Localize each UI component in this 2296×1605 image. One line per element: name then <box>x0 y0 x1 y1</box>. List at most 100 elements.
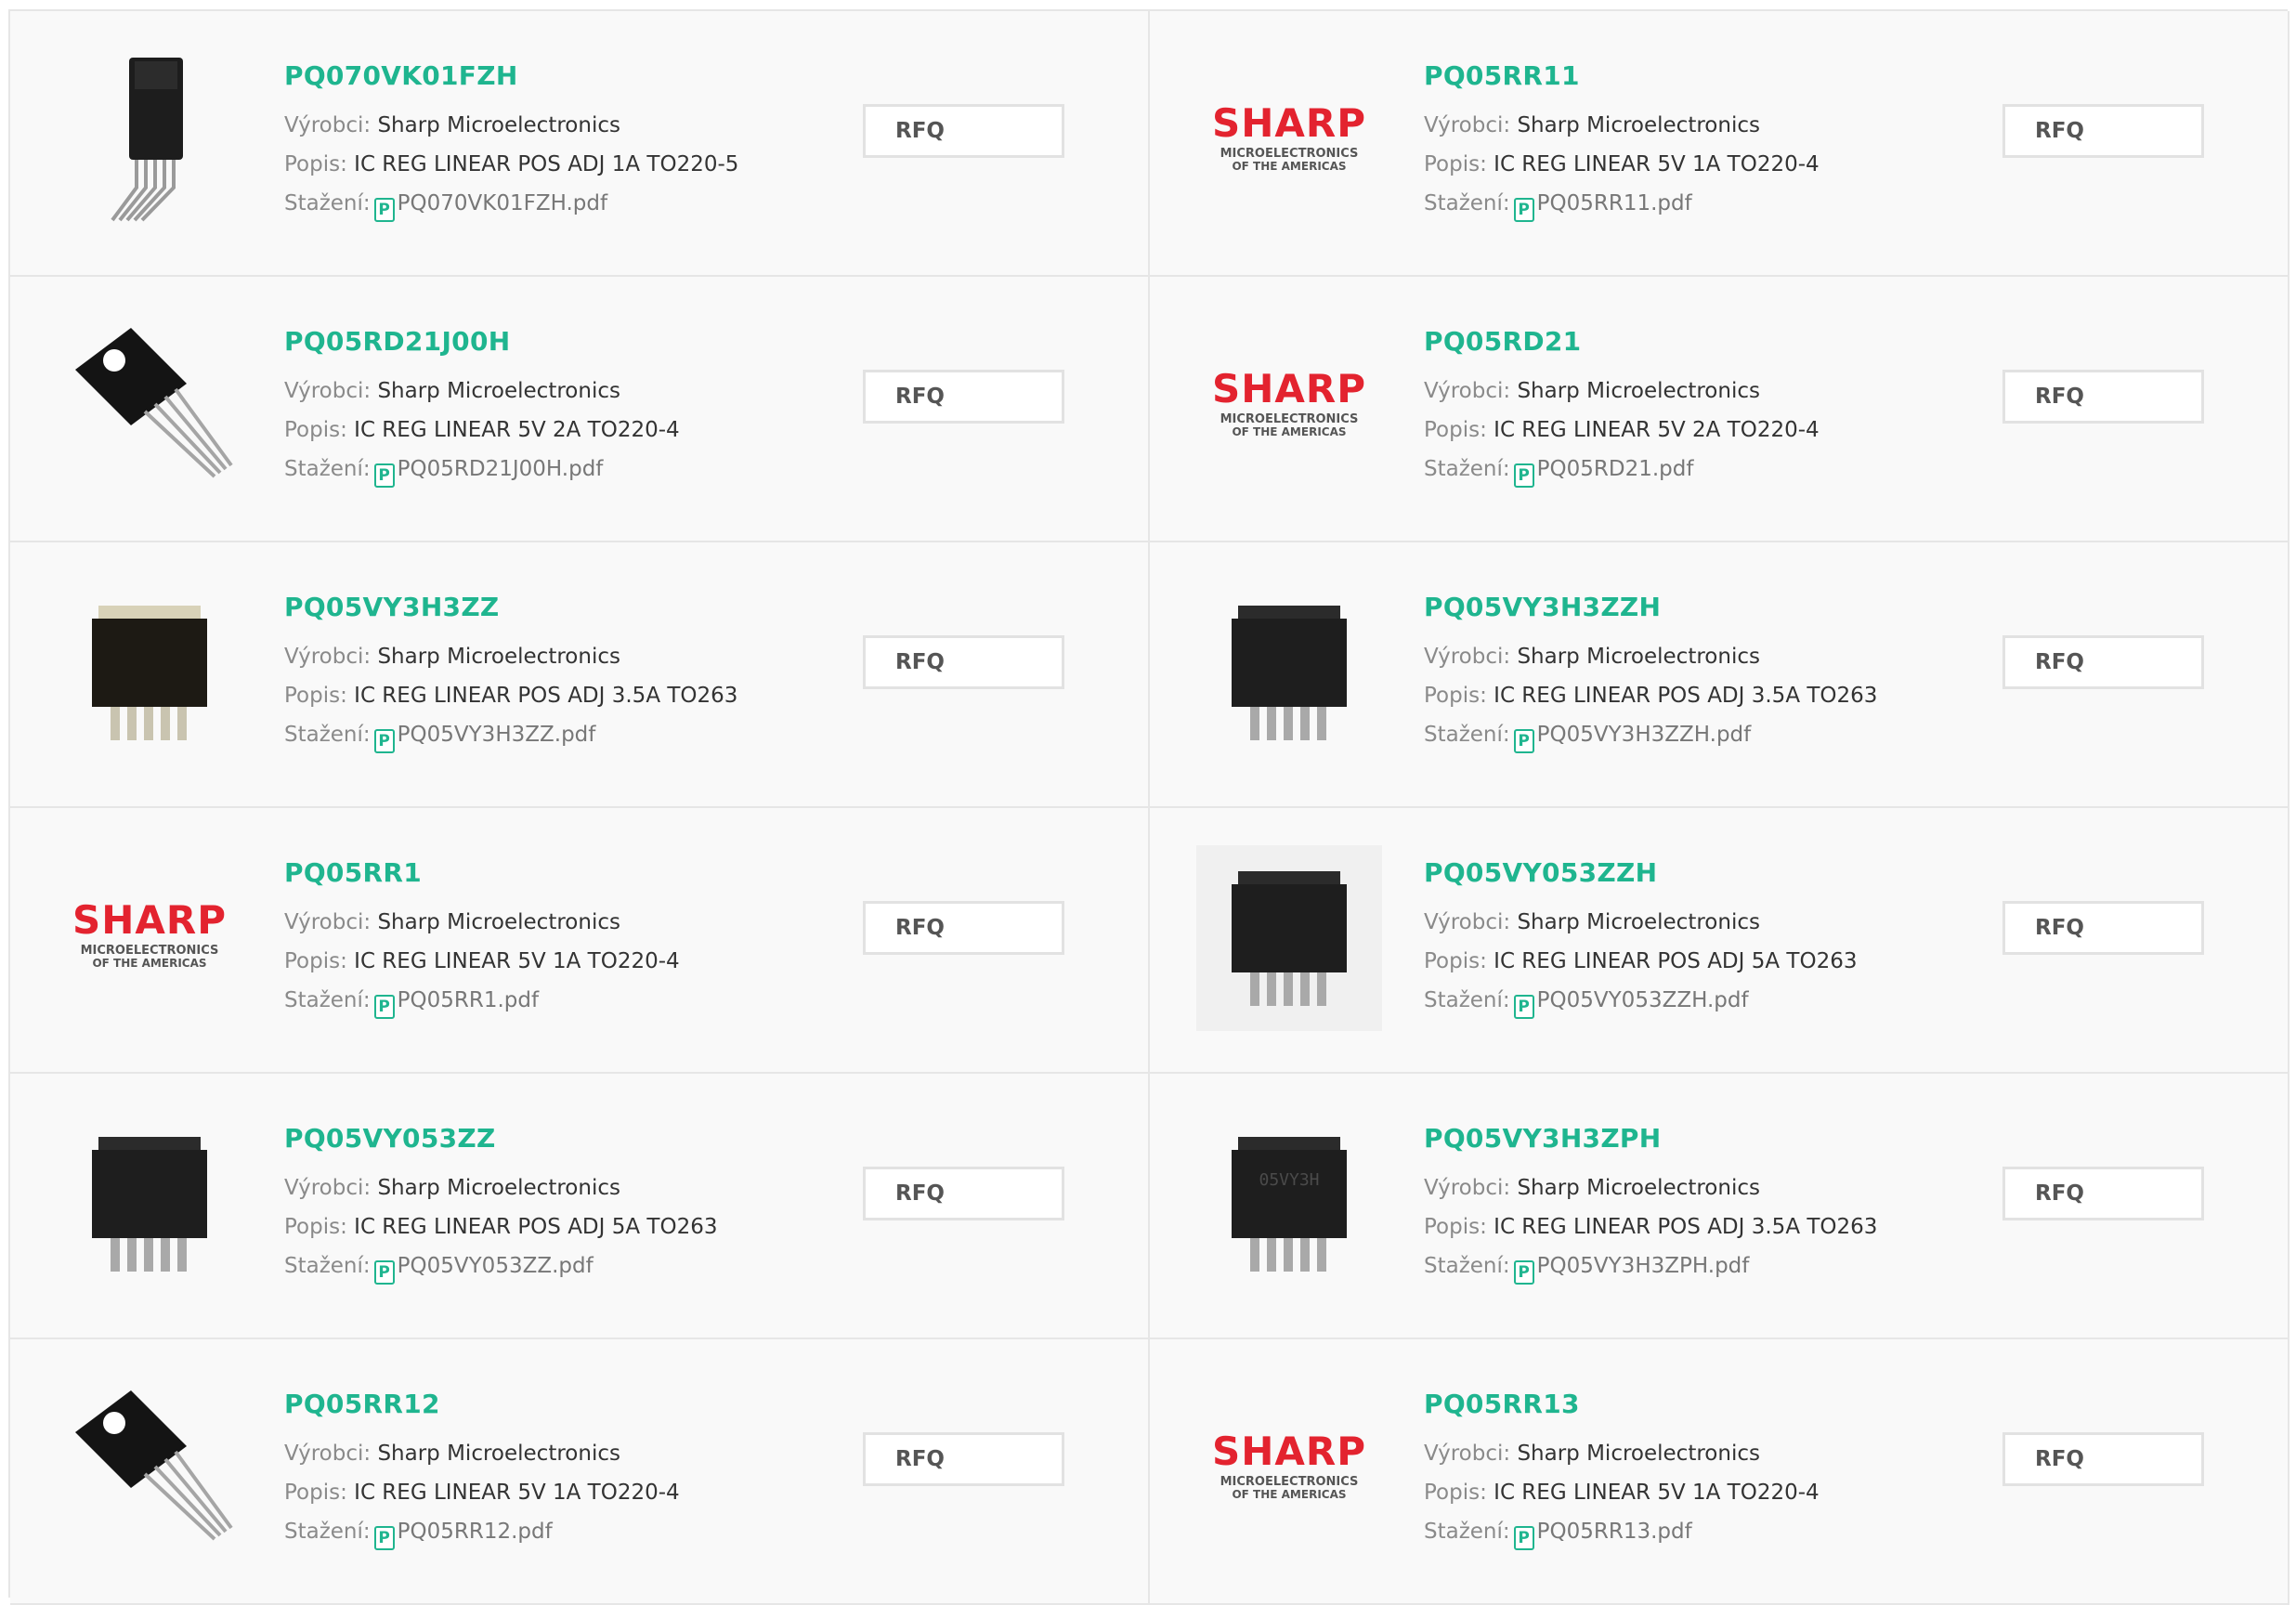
product-image[interactable]: SHARP MICROELECTRONICS OF THE AMERICAS <box>1196 1377 1382 1562</box>
product-card: PQ05RD21J00H Výrobci: Sharp Microelectro… <box>10 277 1150 542</box>
rfq-button[interactable]: RFQ <box>863 1167 1064 1220</box>
product-image[interactable] <box>57 580 242 765</box>
product-image[interactable] <box>57 1377 242 1562</box>
product-image[interactable]: SHARP MICROELECTRONICS OF THE AMERICAS <box>57 845 242 1031</box>
product-image[interactable] <box>57 1111 242 1297</box>
part-number-link[interactable]: PQ05RD21J00H <box>284 325 860 359</box>
pdf-icon[interactable]: P <box>373 1260 395 1285</box>
product-info: PQ05RR12 Výrobci: Sharp Microelectronics… <box>284 1388 860 1551</box>
manufacturer-row: Výrobci: Sharp Microelectronics <box>284 1168 860 1207</box>
sharp-logo-icon: SHARPMICROELECTRONICSOF THE AMERICAS <box>72 897 226 970</box>
pdf-icon[interactable]: P <box>1513 1260 1534 1285</box>
rfq-button[interactable]: RFQ <box>863 901 1064 955</box>
rfq-button[interactable]: RFQ <box>2002 104 2204 158</box>
product-image[interactable]: 05VY3H <box>1196 1111 1382 1297</box>
package-lead <box>111 707 120 740</box>
rfq-button[interactable]: RFQ <box>2002 370 2204 424</box>
rfq-button[interactable]: RFQ <box>863 635 1064 689</box>
manufacturer-value: Sharp Microelectronics <box>1517 910 1760 934</box>
part-number-link[interactable]: PQ05VY053ZZH <box>1424 856 2000 890</box>
product-image[interactable] <box>57 48 242 234</box>
product-image[interactable] <box>57 314 242 500</box>
description-label: Popis: <box>284 418 347 442</box>
part-number-link[interactable]: PQ05RD21 <box>1424 325 2000 359</box>
part-number-link[interactable]: PQ05RR11 <box>1424 59 2000 93</box>
download-label: Stažení: <box>1424 1520 1510 1544</box>
description-value: IC REG LINEAR 5V 1A TO220-4 <box>1494 152 1820 176</box>
datasheet-link[interactable]: PQ05VY3H3ZZH.pdf <box>1537 723 1752 747</box>
manufacturer-label: Výrobci: <box>284 910 372 934</box>
manufacturer-value: Sharp Microelectronics <box>1517 379 1760 403</box>
pdf-icon[interactable]: P <box>1513 198 1534 222</box>
product-info: PQ070VK01FZH Výrobci: Sharp Microelectro… <box>284 59 860 223</box>
manufacturer-label: Výrobci: <box>284 1442 372 1466</box>
part-number-link[interactable]: PQ05RR12 <box>284 1388 860 1421</box>
pdf-icon[interactable]: P <box>1513 729 1534 753</box>
pdf-icon[interactable]: P <box>1513 463 1534 488</box>
description-value: IC REG LINEAR 5V 1A TO220-4 <box>1494 1481 1820 1505</box>
rfq-button[interactable]: RFQ <box>2002 635 2204 689</box>
logo-line1: MICROELECTRONICS <box>1220 147 1359 161</box>
rfq-button[interactable]: RFQ <box>2002 1167 2204 1220</box>
download-row: Stažení: P PQ070VK01FZH.pdf <box>284 184 860 223</box>
product-image[interactable] <box>1196 580 1382 765</box>
manufacturer-row: Výrobci: Sharp Microelectronics <box>284 637 860 676</box>
manufacturer-value: Sharp Microelectronics <box>1517 113 1760 137</box>
pdf-icon[interactable]: P <box>373 198 395 222</box>
datasheet-link[interactable]: PQ05RD21.pdf <box>1537 457 1694 481</box>
product-info: PQ05RD21 Výrobci: Sharp Microelectronics… <box>1424 325 2000 489</box>
product-card: 05VY3H PQ05VY3H3ZPH Výrobci: Sharp Micro… <box>1150 1074 2289 1339</box>
datasheet-link[interactable]: PQ05RD21J00H.pdf <box>398 457 604 481</box>
download-row: Stažení: P PQ05RR13.pdf <box>1424 1512 2000 1551</box>
package-lead <box>161 1238 170 1272</box>
rfq-button[interactable]: RFQ <box>2002 901 2204 955</box>
datasheet-link[interactable]: PQ070VK01FZH.pdf <box>398 191 607 215</box>
to220-package-icon <box>75 328 233 478</box>
datasheet-link[interactable]: PQ05RR1.pdf <box>398 988 539 1012</box>
download-row: Stažení: P PQ05VY053ZZH.pdf <box>1424 981 2000 1020</box>
datasheet-link[interactable]: PQ05VY053ZZ.pdf <box>398 1254 594 1278</box>
datasheet-link[interactable]: PQ05RR13.pdf <box>1537 1520 1692 1544</box>
pdf-icon[interactable]: P <box>1513 1526 1534 1550</box>
description-value: IC REG LINEAR POS ADJ 3.5A TO263 <box>354 684 738 708</box>
pdf-icon[interactable]: P <box>373 1526 395 1550</box>
datasheet-link[interactable]: PQ05VY053ZZH.pdf <box>1537 988 1749 1012</box>
pdf-icon[interactable]: P <box>373 463 395 488</box>
rfq-button[interactable]: RFQ <box>2002 1432 2204 1486</box>
part-number-link[interactable]: PQ05VY3H3ZZH <box>1424 591 2000 624</box>
manufacturer-label: Výrobci: <box>284 1176 372 1200</box>
rfq-button[interactable]: RFQ <box>863 370 1064 424</box>
rfq-button[interactable]: RFQ <box>863 104 1064 158</box>
download-label: Stažení: <box>284 1520 371 1544</box>
product-info: PQ05VY3H3ZZH Výrobci: Sharp Microelectro… <box>1424 591 2000 754</box>
package-lead <box>1284 972 1293 1006</box>
download-row: Stažení: P PQ05RD21.pdf <box>1424 450 2000 489</box>
description-row: Popis: IC REG LINEAR 5V 1A TO220-4 <box>284 942 860 981</box>
part-number-link[interactable]: PQ05VY053ZZ <box>284 1122 860 1155</box>
part-number-link[interactable]: PQ05VY3H3ZZ <box>284 591 860 624</box>
product-image[interactable]: SHARP MICROELECTRONICS OF THE AMERICAS <box>1196 48 1382 234</box>
part-number-link[interactable]: PQ05RR13 <box>1424 1388 2000 1421</box>
package-lead <box>177 707 187 740</box>
manufacturer-label: Výrobci: <box>1424 113 1511 137</box>
part-number-link[interactable]: PQ05VY3H3ZPH <box>1424 1122 2000 1155</box>
datasheet-link[interactable]: PQ05VY3H3ZPH.pdf <box>1537 1254 1750 1278</box>
datasheet-link[interactable]: PQ05RR12.pdf <box>398 1520 553 1544</box>
product-image[interactable] <box>1196 845 1382 1031</box>
description-value: IC REG LINEAR 5V 2A TO220-4 <box>1494 418 1820 442</box>
part-number-link[interactable]: PQ070VK01FZH <box>284 59 860 93</box>
rfq-button[interactable]: RFQ <box>863 1432 1064 1486</box>
package-lead <box>144 707 153 740</box>
pdf-icon[interactable]: P <box>373 729 395 753</box>
product-card: SHARP MICROELECTRONICS OF THE AMERICAS PQ0… <box>10 808 1150 1074</box>
pdf-icon[interactable]: P <box>1513 995 1534 1019</box>
datasheet-link[interactable]: PQ05VY3H3ZZ.pdf <box>398 723 596 747</box>
manufacturer-label: Výrobci: <box>284 113 372 137</box>
product-image[interactable]: SHARP MICROELECTRONICS OF THE AMERICAS <box>1196 314 1382 500</box>
part-number-link[interactable]: PQ05RR1 <box>284 856 860 890</box>
pdf-icon[interactable]: P <box>373 995 395 1019</box>
datasheet-link[interactable]: PQ05RR11.pdf <box>1537 191 1692 215</box>
package-body <box>1232 619 1347 707</box>
product-info: PQ05RD21J00H Výrobci: Sharp Microelectro… <box>284 325 860 489</box>
logo-line1: MICROELECTRONICS <box>1220 412 1359 426</box>
